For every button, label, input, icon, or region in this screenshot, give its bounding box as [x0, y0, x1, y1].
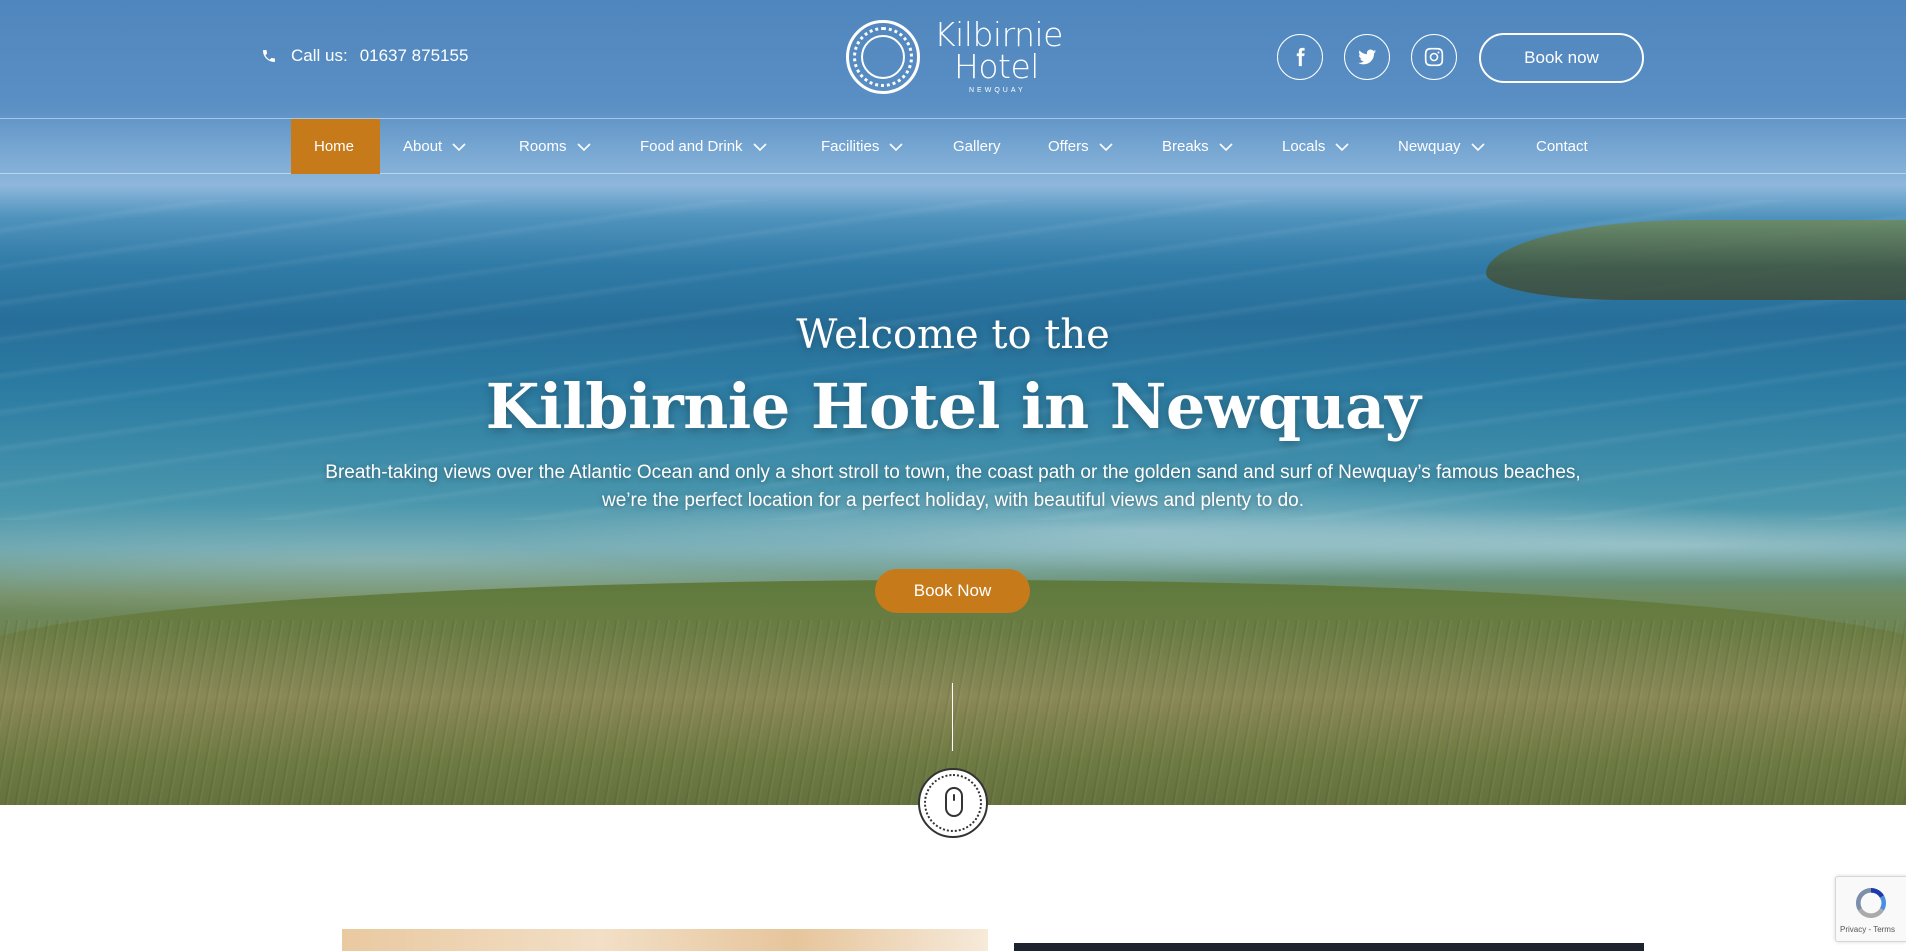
- nav-label: Breaks: [1162, 138, 1209, 155]
- call-label: Call us:: [291, 46, 348, 65]
- hero-title: Kilbirnie Hotel in Newquay: [485, 370, 1421, 443]
- site-header: Call us: 01637 875155 Kilbirnie Hotel NE…: [0, 0, 1906, 118]
- nav-label: Locals: [1282, 138, 1326, 155]
- hero-description-line: Breath-taking views over the Atlantic Oc…: [325, 462, 1581, 483]
- phone-number[interactable]: 01637 875155: [360, 46, 469, 66]
- main-navigation: Home About Rooms Food and Drink Faciliti…: [0, 118, 1906, 174]
- nav-label: Food and Drink: [640, 138, 743, 155]
- nav-label: About: [403, 138, 443, 155]
- twitter-link[interactable]: [1344, 34, 1390, 80]
- nav-item-offers[interactable]: Offers: [1048, 119, 1113, 174]
- chevron-down-icon: [752, 142, 767, 151]
- instagram-icon: [1424, 47, 1444, 67]
- nav-label: Offers: [1048, 138, 1089, 155]
- logo-brand-hotel: Hotel: [954, 47, 1039, 86]
- nav-label: Newquay: [1398, 138, 1461, 155]
- hero-book-now-button[interactable]: Book Now: [875, 569, 1030, 613]
- recaptcha-badge[interactable]: Privacy - Terms: [1835, 876, 1906, 942]
- site-logo[interactable]: Kilbirnie Hotel NEWQUAY: [846, 18, 1063, 98]
- chevron-down-icon: [576, 142, 591, 151]
- recaptcha-icon: [1855, 888, 1887, 919]
- nav-label: Rooms: [519, 138, 567, 155]
- book-now-button[interactable]: Book now: [1479, 33, 1644, 83]
- nav-label: Contact: [1536, 138, 1588, 155]
- nav-item-contact[interactable]: Contact: [1536, 119, 1588, 174]
- nav-label: Facilities: [821, 138, 880, 155]
- nav-item-food-and-drink[interactable]: Food and Drink: [640, 119, 767, 174]
- phone-contact[interactable]: Call us: 01637 875155: [261, 46, 468, 66]
- nav-item-facilities[interactable]: Facilities: [821, 119, 903, 174]
- nav-item-home[interactable]: Home: [291, 119, 380, 174]
- scroll-down-button[interactable]: [918, 768, 988, 838]
- chevron-down-icon: [452, 142, 466, 151]
- nav-item-rooms[interactable]: Rooms: [519, 119, 591, 174]
- nav-label: Home: [314, 138, 355, 155]
- hero-description: Breath-taking views over the Atlantic Oc…: [270, 459, 1636, 515]
- chevron-down-icon: [1335, 142, 1349, 151]
- facebook-icon: [1296, 47, 1305, 67]
- logo-emblem-icon: [846, 20, 920, 94]
- scroll-indicator-line: [952, 683, 953, 751]
- mouse-scroll-icon: [945, 787, 963, 817]
- nav-label: Gallery: [953, 138, 1001, 155]
- chevron-down-icon: [889, 142, 903, 151]
- chevron-down-icon: [1099, 142, 1113, 151]
- nav-item-about[interactable]: About: [403, 119, 466, 174]
- logo-brand-location: NEWQUAY: [969, 87, 1026, 94]
- instagram-link[interactable]: [1411, 34, 1457, 80]
- chevron-down-icon: [1219, 142, 1233, 151]
- content-image: [342, 929, 988, 951]
- twitter-icon: [1357, 49, 1377, 65]
- recaptcha-links[interactable]: Privacy - Terms: [1840, 925, 1895, 934]
- phone-icon: [263, 50, 275, 62]
- facebook-link[interactable]: [1277, 34, 1323, 80]
- content-panel: [1014, 943, 1644, 951]
- nav-item-breaks[interactable]: Breaks: [1162, 119, 1233, 174]
- nav-item-locals[interactable]: Locals: [1282, 119, 1349, 174]
- hero-pre-title: Welcome to the: [796, 312, 1110, 358]
- chevron-down-icon: [1470, 142, 1485, 151]
- nav-item-newquay[interactable]: Newquay: [1398, 119, 1485, 174]
- nav-item-gallery[interactable]: Gallery: [953, 119, 1001, 174]
- hero-description-line: we’re the perfect location for a perfect…: [602, 490, 1304, 511]
